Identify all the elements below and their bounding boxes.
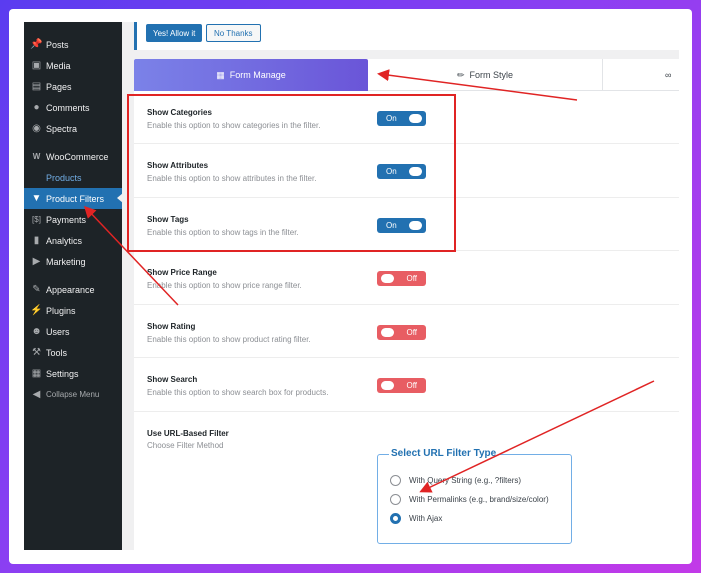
sidebar-item-label: Marketing: [46, 256, 86, 267]
url-filter-title: Use URL-Based Filter: [147, 429, 229, 438]
tab-more[interactable]: ∞: [603, 59, 679, 91]
toggle-knob: [381, 381, 394, 390]
sidebar-item-label: Settings: [46, 368, 79, 379]
setting-row-show-rating: Show Rating Enable this option to show p…: [134, 305, 679, 358]
payments-icon: [$]: [32, 215, 41, 224]
analytics-icon: ▮: [33, 235, 40, 246]
radio-circle-checked: [390, 513, 401, 524]
sidebar-item-label: Tools: [46, 347, 68, 358]
radio-permalinks[interactable]: With Permalinks (e.g., brand/size/color): [390, 494, 549, 505]
admin-sidebar: 📌 Posts ▣ Media ▤ Pages ● Comments ◉ Spe…: [24, 22, 123, 550]
tracking-notice: Yes! Allow it No Thanks: [134, 22, 679, 50]
show-search-toggle[interactable]: Off: [377, 378, 426, 393]
no-thanks-button[interactable]: No Thanks: [206, 24, 261, 42]
sidebar-item-pages[interactable]: ▤ Pages: [24, 76, 122, 97]
tab-label: Form Style: [469, 70, 514, 80]
setting-description: Enable this option to show search box fo…: [147, 388, 329, 397]
radio-query-string[interactable]: With Query String (e.g., ?filters): [390, 475, 521, 486]
sidebar-item-users[interactable]: ☻ Users: [24, 321, 122, 342]
form-icon: ▦: [216, 69, 225, 80]
comments-icon: ●: [33, 102, 40, 113]
sidebar-item-spectra[interactable]: ◉ Spectra: [24, 118, 122, 139]
woocommerce-icon: W: [32, 152, 41, 161]
sidebar-item-label: Payments: [46, 214, 87, 225]
radio-label: With Permalinks (e.g., brand/size/color): [409, 495, 549, 504]
sidebar-item-marketing[interactable]: ▶ Marketing: [24, 251, 122, 272]
url-filter-description: Choose Filter Method: [147, 441, 224, 450]
setting-description: Enable this option to show product ratin…: [147, 335, 311, 344]
sidebar-item-label: Pages: [46, 81, 72, 92]
sidebar-item-label: Products: [46, 172, 82, 183]
tab-label: Form Manage: [229, 70, 286, 80]
sidebar-item-label: WooCommerce: [46, 151, 109, 162]
setting-title: Show Rating: [147, 322, 196, 331]
media-icon: ▣: [31, 60, 42, 71]
sidebar-item-posts[interactable]: 📌 Posts: [24, 34, 122, 55]
radio-circle: [390, 475, 401, 486]
sidebar-item-label: Media: [46, 60, 71, 71]
toggle-state: Off: [406, 381, 417, 390]
sidebar-item-appearance[interactable]: ✎ Appearance: [24, 279, 122, 300]
sidebar-item-settings[interactable]: ▦ Settings: [24, 363, 122, 384]
radio-label: With Ajax: [409, 514, 443, 523]
settings-tabs: ▦ Form Manage ✏ Form Style ∞: [134, 59, 679, 91]
sidebar-item-label: Collapse Menu: [46, 390, 100, 399]
link-icon: ∞: [665, 70, 672, 80]
sidebar-item-media[interactable]: ▣ Media: [24, 55, 122, 76]
settings-icon: ▦: [31, 368, 42, 379]
sidebar-item-label: Plugins: [46, 305, 76, 316]
allow-button[interactable]: Yes! Allow it: [146, 24, 203, 42]
wrench-icon: ⚒: [32, 347, 41, 358]
collapse-icon: ◀: [32, 389, 41, 400]
sidebar-item-woocommerce[interactable]: W WooCommerce: [24, 146, 122, 167]
url-filter-legend: Select URL Filter Type: [389, 448, 499, 459]
toggle-knob: [381, 274, 394, 283]
sidebar-item-comments[interactable]: ● Comments: [24, 97, 122, 118]
sidebar-item-label: Analytics: [46, 235, 83, 246]
filter-icon: ▼: [31, 193, 42, 204]
megaphone-icon: ▶: [32, 256, 41, 267]
radio-label: With Query String (e.g., ?filters): [409, 476, 522, 485]
pencil-icon: ✏: [456, 69, 465, 80]
setting-title: Show Search: [147, 375, 198, 384]
show-price-range-toggle[interactable]: Off: [377, 271, 426, 286]
sidebar-item-products[interactable]: Products: [24, 167, 122, 188]
radio-ajax[interactable]: With Ajax: [390, 513, 442, 524]
show-rating-toggle[interactable]: Off: [377, 325, 426, 340]
plugin-icon: ⚡: [30, 305, 43, 316]
toggle-state: Off: [406, 328, 417, 337]
sidebar-item-tools[interactable]: ⚒ Tools: [24, 342, 122, 363]
toggle-state: Off: [406, 274, 417, 283]
setting-row-show-price-range: Show Price Range Enable this option to s…: [134, 251, 679, 305]
tab-form-style[interactable]: ✏ Form Style: [368, 59, 603, 91]
pages-icon: ▤: [31, 81, 42, 92]
sidebar-item-label: Appearance: [46, 284, 95, 295]
setting-title: Show Price Range: [147, 268, 217, 277]
sidebar-item-product-filters[interactable]: ▼ Product Filters: [24, 188, 123, 209]
sidebar-item-analytics[interactable]: ▮ Analytics: [24, 230, 122, 251]
url-filter-type-group: Select URL Filter Type With Query String…: [377, 448, 572, 544]
sidebar-item-plugins[interactable]: ⚡ Plugins: [24, 300, 122, 321]
pin-icon: 📌: [30, 39, 43, 50]
radio-circle: [390, 494, 401, 505]
annotation-highlight-box: [127, 94, 456, 252]
collapse-menu-button[interactable]: ◀ Collapse Menu: [24, 384, 122, 405]
sidebar-item-label: Product Filters: [46, 193, 105, 204]
sidebar-item-label: Spectra: [46, 123, 78, 134]
setting-row-show-search: Show Search Enable this option to show s…: [134, 358, 679, 412]
spectra-icon: ◉: [32, 123, 41, 134]
tab-form-manage[interactable]: ▦ Form Manage: [134, 59, 368, 91]
sidebar-item-label: Posts: [46, 39, 69, 50]
brush-icon: ✎: [32, 284, 41, 295]
user-icon: ☻: [31, 326, 42, 337]
sidebar-item-label: Users: [46, 326, 70, 337]
toggle-knob: [381, 328, 394, 337]
sidebar-item-payments[interactable]: [$] Payments: [24, 209, 122, 230]
setting-description: Enable this option to show price range f…: [147, 281, 302, 290]
sidebar-item-label: Comments: [46, 102, 90, 113]
